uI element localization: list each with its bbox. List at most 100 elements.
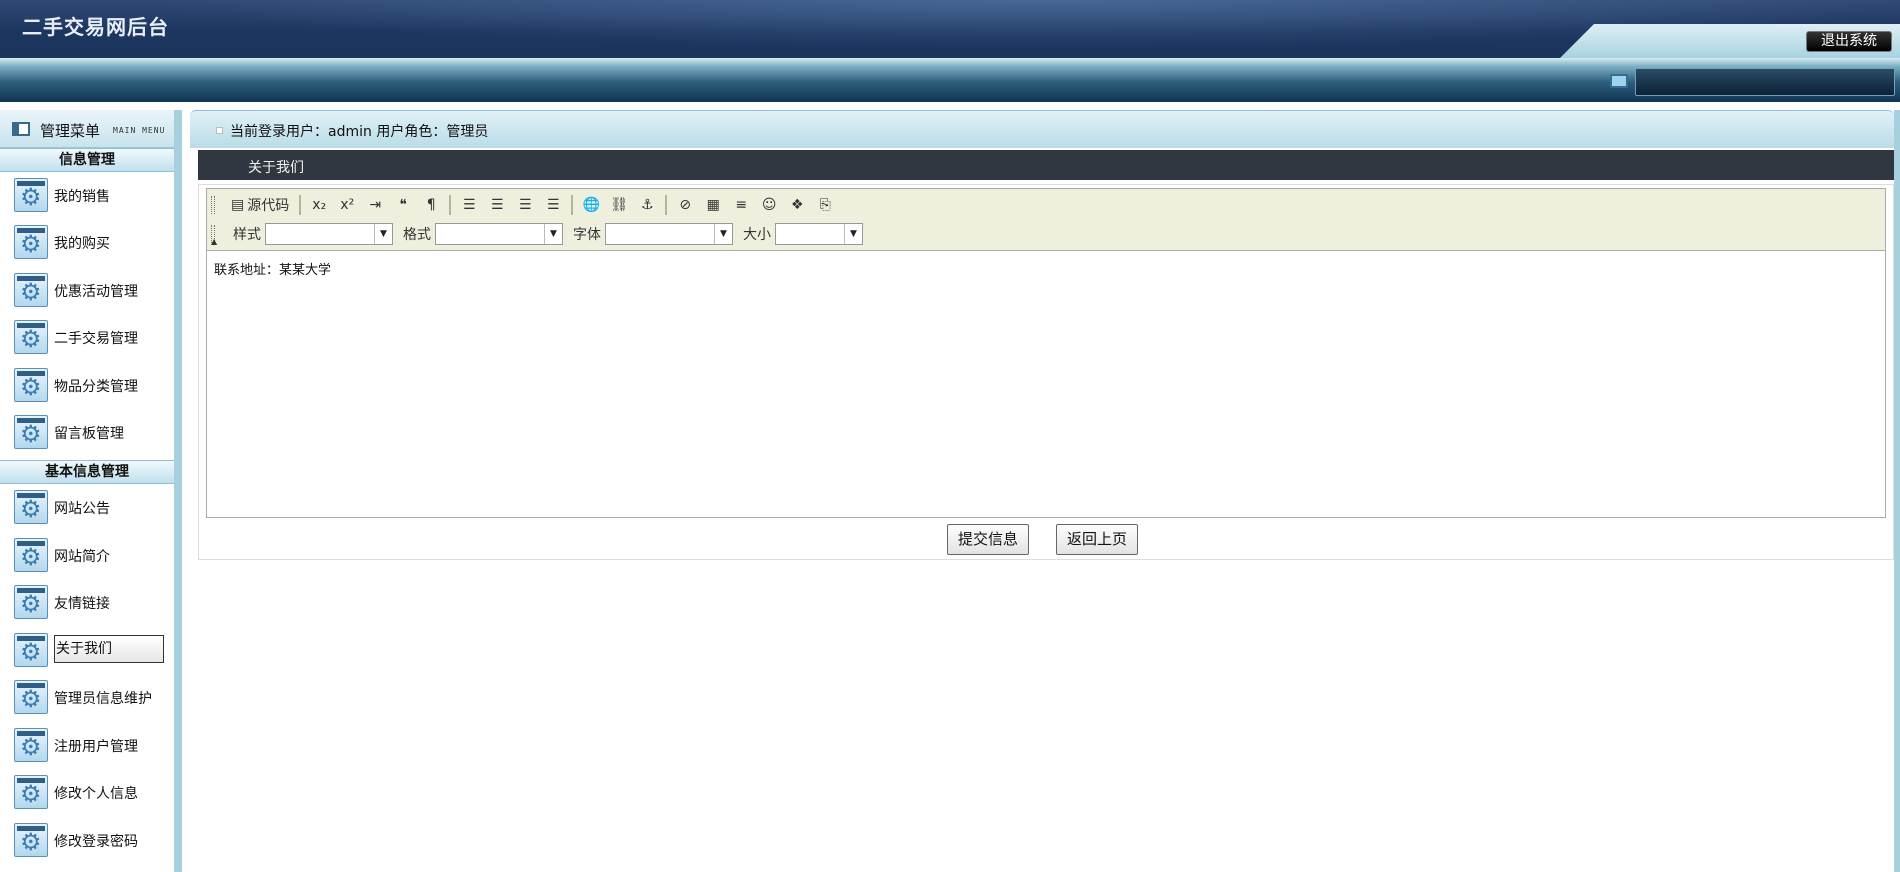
- sub-header-bar: [0, 58, 1900, 102]
- size-label: 大小: [743, 227, 771, 243]
- gear-icon: [14, 368, 48, 402]
- toolbar-separator: [299, 195, 302, 215]
- sidebar-item-label: 修改登录密码: [54, 834, 138, 850]
- gear-icon: [14, 320, 48, 354]
- page-title-bar: 关于我们: [198, 150, 1894, 180]
- gear-icon: [14, 728, 48, 762]
- toolbar-row-1: ▤ 源代码 x₂ x² ⇥ ❝ ¶ ☰ ☰ ☰ ☰ 🌐 ⛓ ⚓ ⊘ ▦ ≡ ☺ …: [227, 192, 837, 218]
- page-title: 关于我们: [248, 160, 304, 176]
- gear-icon: [14, 585, 48, 619]
- top-header: 二手交易网后台 退出系统: [0, 0, 1900, 58]
- gear-icon: [14, 680, 48, 714]
- unlink-icon[interactable]: ⛓: [607, 193, 631, 217]
- editor-content-area[interactable]: 联系地址：某某大学: [214, 259, 331, 278]
- section-info-management[interactable]: 信息管理: [0, 148, 174, 172]
- toolbar-separator: [449, 195, 452, 215]
- source-code-button[interactable]: ▤ 源代码: [227, 193, 293, 217]
- sidebar-item-admin-info[interactable]: 管理员信息维护: [14, 677, 174, 715]
- right-edge: [1894, 110, 1900, 872]
- indent-icon[interactable]: ⇥: [363, 193, 387, 217]
- align-center-icon[interactable]: ☰: [485, 193, 509, 217]
- sidebar-item-site-notice[interactable]: 网站公告: [14, 487, 174, 525]
- gear-icon: [14, 538, 48, 572]
- flash-icon[interactable]: ⊘: [673, 193, 697, 217]
- gear-icon: [14, 178, 48, 212]
- superscript-icon[interactable]: x²: [335, 193, 359, 217]
- form-button-row: 提交信息 返回上页: [190, 522, 1894, 560]
- gear-icon: [14, 415, 48, 449]
- monitor-icon: [1610, 74, 1628, 88]
- current-user-text: 当前登录用户：admin 用户角色：管理员: [230, 124, 489, 140]
- sidebar-item-edit-profile[interactable]: 修改个人信息: [14, 772, 174, 810]
- toolbar-grip: [211, 196, 215, 214]
- subscript-icon[interactable]: x₂: [307, 193, 331, 217]
- sidebar-item-my-sales[interactable]: 我的销售: [14, 175, 174, 213]
- submit-button[interactable]: 提交信息: [947, 524, 1030, 555]
- sidebar-item-promotions[interactable]: 优惠活动管理: [14, 270, 174, 308]
- sidebar-item-label: 我的购买: [54, 236, 110, 252]
- style-label: 样式: [233, 227, 261, 243]
- special-char-icon[interactable]: ❖: [785, 193, 809, 217]
- sidebar-item-label: 关于我们: [54, 635, 164, 663]
- collapse-toolbar-icon[interactable]: ▲: [211, 237, 217, 246]
- gear-icon: [14, 633, 48, 667]
- sidebar-item-change-password[interactable]: 修改登录密码: [14, 820, 174, 858]
- sidebar-item-label: 友情链接: [54, 596, 110, 612]
- horizontal-rule-icon[interactable]: ≡: [729, 193, 753, 217]
- chevron-down-icon: ▼: [374, 224, 392, 244]
- toolbar-separator: [665, 195, 668, 215]
- sidebar-item-about-us[interactable]: 关于我们: [14, 630, 174, 668]
- blockquote-icon[interactable]: ❝: [391, 193, 415, 217]
- font-select[interactable]: ▼: [605, 223, 733, 245]
- sidebar-item-label: 物品分类管理: [54, 379, 138, 395]
- format-select[interactable]: ▼: [435, 223, 563, 245]
- align-right-icon[interactable]: ☰: [513, 193, 537, 217]
- toolbar-separator: [571, 195, 574, 215]
- sidebar-item-message-board[interactable]: 留言板管理: [14, 412, 174, 450]
- chevron-down-icon: ▼: [544, 224, 562, 244]
- font-label: 字体: [573, 227, 601, 243]
- style-select[interactable]: ▼: [265, 223, 393, 245]
- sidebar-item-label: 修改个人信息: [54, 786, 138, 802]
- toolbar-row-2: 样式 ▼ 格式 ▼ 字体 ▼ 大小 ▼: [227, 221, 863, 247]
- sidebar-item-category-management[interactable]: 物品分类管理: [14, 365, 174, 403]
- sidebar-item-site-intro[interactable]: 网站简介: [14, 535, 174, 573]
- table-icon[interactable]: ▦: [701, 193, 725, 217]
- sidebar-title: 管理菜单: [40, 122, 101, 140]
- page-break-icon[interactable]: ⎘: [813, 193, 837, 217]
- chevron-down-icon: ▼: [714, 224, 732, 244]
- sidebar-item-label: 优惠活动管理: [54, 284, 138, 300]
- sidebar-item-label: 网站公告: [54, 501, 110, 517]
- format-label: 格式: [403, 227, 431, 243]
- editor-toolbar: ▲ ▤ 源代码 x₂ x² ⇥ ❝ ¶ ☰ ☰ ☰ ☰ 🌐 ⛓ ⚓ ⊘ ▦ ≡ …: [207, 189, 1885, 251]
- align-left-icon[interactable]: ☰: [457, 193, 481, 217]
- section-basic-info-management[interactable]: 基本信息管理: [0, 460, 174, 484]
- paragraph-direction-icon[interactable]: ¶: [419, 193, 443, 217]
- anchor-icon[interactable]: ⚓: [635, 193, 659, 217]
- sidebar-item-label: 二手交易管理: [54, 331, 138, 347]
- sidebar-item-label: 网站简介: [54, 549, 110, 565]
- sidebar-item-my-purchases[interactable]: 我的购买: [14, 222, 174, 260]
- smiley-icon[interactable]: ☺: [757, 193, 781, 217]
- link-icon[interactable]: 🌐: [579, 193, 603, 217]
- sidebar-item-label: 注册用户管理: [54, 739, 138, 755]
- sidebar-header: 管理菜单 MAIN MENU: [0, 110, 174, 148]
- logout-button[interactable]: 退出系统: [1806, 31, 1892, 52]
- gear-icon: [14, 775, 48, 809]
- source-code-label: 源代码: [247, 198, 290, 214]
- sidebar-subtitle: MAIN MENU: [113, 126, 166, 135]
- bullet-icon: [216, 127, 223, 134]
- gear-icon: [14, 490, 48, 524]
- main-content: 当前登录用户：admin 用户角色：管理员 关于我们 ▲ ▤ 源代码 x₂ x² …: [190, 110, 1894, 872]
- sidebar-item-trade-management[interactable]: 二手交易管理: [14, 317, 174, 355]
- sidebar-item-label: 留言板管理: [54, 426, 124, 442]
- align-justify-icon[interactable]: ☰: [541, 193, 565, 217]
- back-button[interactable]: 返回上页: [1056, 524, 1139, 555]
- size-select[interactable]: ▼: [775, 223, 863, 245]
- rich-text-editor: ▲ ▤ 源代码 x₂ x² ⇥ ❝ ¶ ☰ ☰ ☰ ☰ 🌐 ⛓ ⚓ ⊘ ▦ ≡ …: [206, 188, 1886, 518]
- sidebar-item-friend-links[interactable]: 友情链接: [14, 582, 174, 620]
- sidebar-item-label: 管理员信息维护: [54, 691, 152, 707]
- sidebar-item-user-management[interactable]: 注册用户管理: [14, 725, 174, 763]
- sidebar-item-label: 我的销售: [54, 189, 110, 205]
- sidebar: 管理菜单 MAIN MENU 信息管理 我的销售 我的购买 优惠活动管理 二手交…: [0, 110, 182, 872]
